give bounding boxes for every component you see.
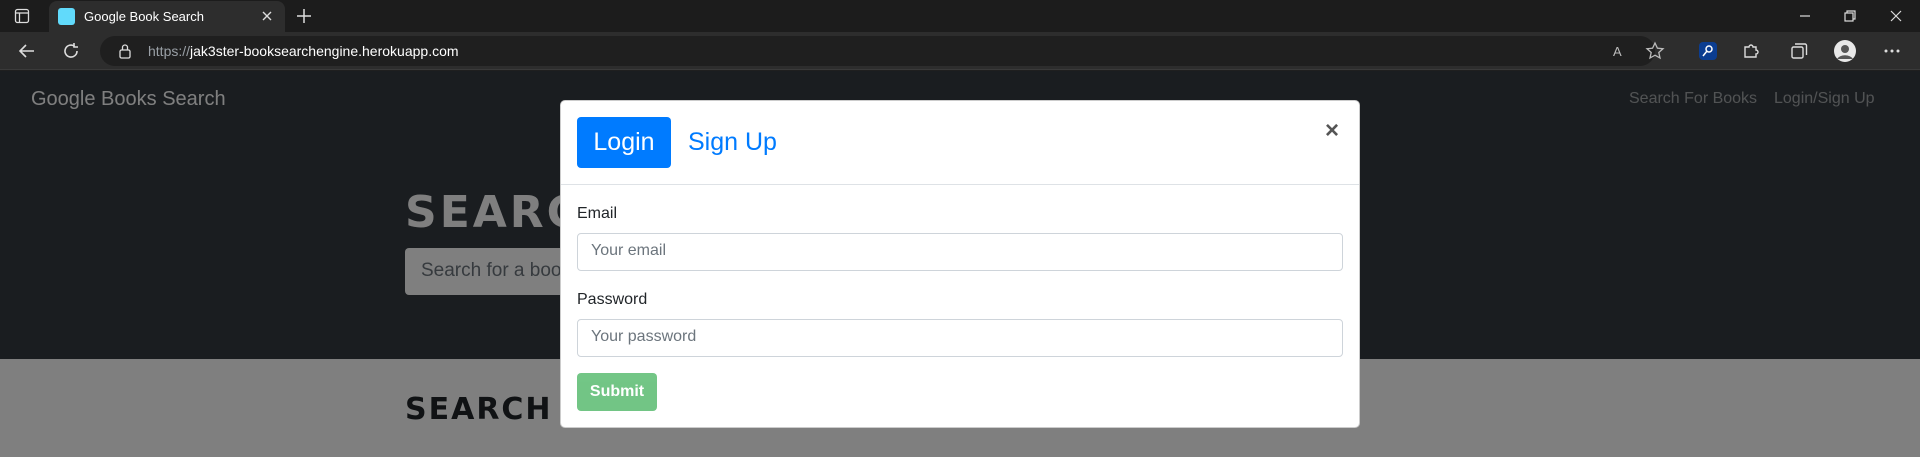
back-icon[interactable] — [18, 42, 36, 60]
url-text[interactable]: https://jak3ster-booksearchengine.heroku… — [148, 43, 459, 59]
email-label: Email — [577, 205, 618, 222]
web-page: Google Books Search Search For Books Log… — [0, 71, 1920, 457]
refresh-icon[interactable] — [62, 42, 80, 60]
lock-icon[interactable] — [118, 43, 132, 59]
close-window-icon[interactable] — [1888, 8, 1904, 24]
collections-icon[interactable] — [1789, 41, 1809, 61]
react-favicon-icon — [58, 8, 75, 25]
browser-toolbar: https://jak3ster-booksearchengine.heroku… — [0, 32, 1920, 70]
minimize-icon[interactable] — [1797, 8, 1813, 24]
email-field[interactable]: Your email — [577, 233, 1343, 271]
new-tab-icon[interactable] — [295, 7, 313, 25]
tab-login[interactable]: Login — [577, 117, 671, 168]
restore-icon[interactable] — [1842, 8, 1858, 24]
password-field[interactable]: Your password — [577, 319, 1343, 357]
password-label: Password — [577, 291, 648, 308]
login-signup-modal: Login Sign Up × Email Your email Passwor… — [560, 100, 1360, 428]
tab-title: Google Book Search — [84, 9, 204, 24]
tab-close-icon[interactable] — [259, 8, 275, 24]
read-aloud-icon[interactable]: A — [1610, 41, 1630, 61]
close-icon[interactable]: × — [1325, 119, 1339, 143]
password-manager-icon[interactable] — [1698, 41, 1718, 61]
tab-actions-icon[interactable] — [14, 8, 30, 24]
more-options-icon[interactable] — [1882, 41, 1902, 61]
favorite-star-icon[interactable] — [1645, 41, 1665, 61]
submit-button[interactable]: Submit — [577, 373, 657, 411]
browser-tab-strip: Google Book Search — [0, 0, 1920, 32]
browser-tab-active[interactable]: Google Book Search — [49, 1, 285, 32]
modal-header: Login Sign Up × — [561, 101, 1359, 185]
extensions-puzzle-icon[interactable] — [1741, 41, 1761, 61]
profile-avatar-icon[interactable] — [1833, 39, 1857, 63]
tab-signup[interactable]: Sign Up — [687, 117, 778, 168]
address-bar[interactable]: https://jak3ster-booksearchengine.heroku… — [100, 36, 1655, 66]
svg-text:A: A — [1613, 44, 1622, 59]
